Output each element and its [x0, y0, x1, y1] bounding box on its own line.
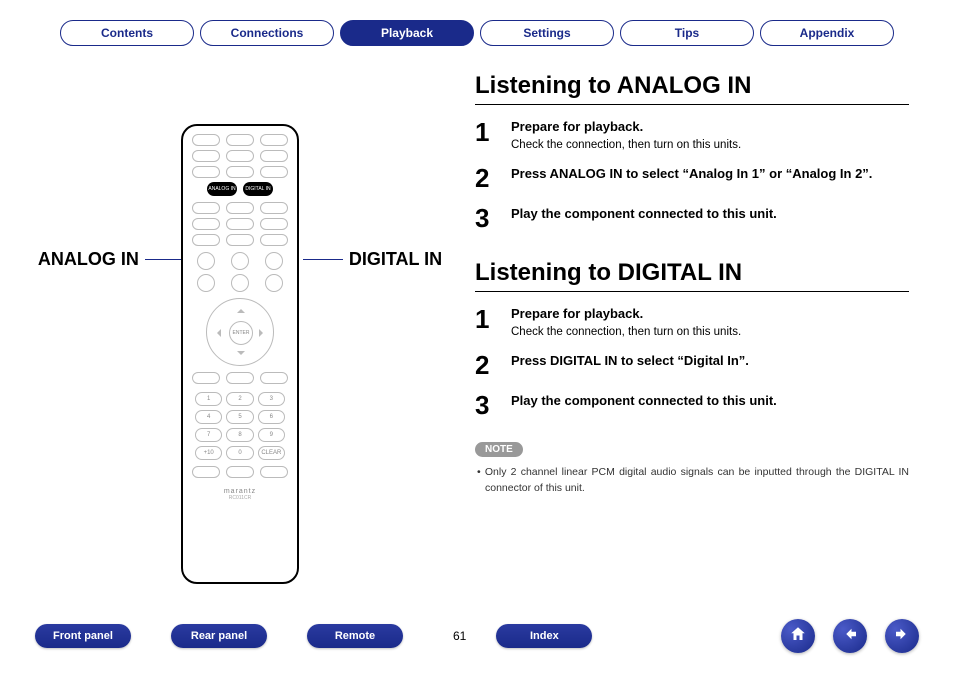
digital-step-1: 1 Prepare for playback. Check the connec… — [475, 306, 909, 338]
step-subtext: Check the connection, then turn on this … — [511, 139, 741, 151]
step-number: 3 — [475, 392, 497, 418]
step-number: 2 — [475, 165, 497, 191]
remote-enter-button: ENTER — [229, 321, 253, 345]
tab-playback[interactable]: Playback — [340, 20, 474, 46]
page-number: 61 — [453, 629, 466, 643]
nav-front-panel-button[interactable]: Front panel — [35, 624, 131, 648]
step-subtext: Check the connection, then turn on this … — [511, 326, 741, 338]
step-title: Play the component connected to this uni… — [511, 206, 777, 221]
tab-appendix[interactable]: Appendix — [760, 20, 894, 46]
remote-brand: marantz — [189, 488, 291, 495]
remote-illustration-panel: ANALOG IN DIGITAL IN ANALOG IN DIGITAL I… — [35, 64, 445, 584]
step-title: Prepare for playback. — [511, 119, 909, 134]
remote-model: RC011CR — [189, 495, 291, 501]
remote-btn-analog-in: ANALOG IN — [207, 182, 237, 196]
remote-btn-digital-in: DIGITAL IN — [243, 182, 273, 196]
callout-line-right — [303, 259, 343, 260]
tab-tips[interactable]: Tips — [620, 20, 754, 46]
nav-rear-panel-button[interactable]: Rear panel — [171, 624, 267, 648]
step-number: 1 — [475, 306, 497, 332]
callout-analog-in: ANALOG IN — [38, 249, 139, 270]
home-button[interactable] — [781, 619, 815, 653]
next-page-button[interactable] — [885, 619, 919, 653]
step-title: Press ANALOG IN to select “Analog In 1” … — [511, 166, 872, 181]
note-badge: NOTE — [475, 442, 523, 457]
bottom-nav-bar: Front panel Rear panel Remote 61 Index — [35, 619, 919, 653]
arrow-left-icon — [841, 625, 859, 648]
step-number: 1 — [475, 119, 497, 145]
remote-dpad: ENTER — [206, 298, 274, 366]
prev-page-button[interactable] — [833, 619, 867, 653]
step-title: Play the component connected to this uni… — [511, 393, 777, 408]
digital-step-2: 2 Press DIGITAL IN to select “Digital In… — [475, 352, 909, 378]
analog-step-1: 1 Prepare for playback. Check the connec… — [475, 119, 909, 151]
analog-step-3: 3 Play the component connected to this u… — [475, 205, 909, 231]
note-text: • Only 2 channel linear PCM digital audi… — [475, 465, 909, 497]
step-title: Press DIGITAL IN to select “Digital In”. — [511, 353, 749, 368]
heading-analog-in: Listening to ANALOG IN — [475, 72, 909, 105]
digital-step-3: 3 Play the component connected to this u… — [475, 392, 909, 418]
step-number: 3 — [475, 205, 497, 231]
remote-numpad: 1 2 3 4 5 6 7 8 9 +10 0 CLEAR — [195, 392, 285, 460]
content-column: Listening to ANALOG IN 1 Prepare for pla… — [475, 64, 919, 584]
top-tab-bar: Contents Connections Playback Settings T… — [35, 20, 919, 46]
nav-remote-button[interactable]: Remote — [307, 624, 403, 648]
nav-index-button[interactable]: Index — [496, 624, 592, 648]
remote-control-graphic: ANALOG IN DIGITAL IN ENTER 1 2 3 4 — [181, 124, 299, 584]
home-icon — [789, 625, 807, 648]
callout-line-left — [145, 259, 185, 260]
tab-connections[interactable]: Connections — [200, 20, 334, 46]
arrow-right-icon — [893, 625, 911, 648]
analog-step-2: 2 Press ANALOG IN to select “Analog In 1… — [475, 165, 909, 191]
step-number: 2 — [475, 352, 497, 378]
callout-digital-in: DIGITAL IN — [349, 249, 442, 270]
step-title: Prepare for playback. — [511, 306, 909, 321]
tab-contents[interactable]: Contents — [60, 20, 194, 46]
tab-settings[interactable]: Settings — [480, 20, 614, 46]
heading-digital-in: Listening to DIGITAL IN — [475, 259, 909, 292]
